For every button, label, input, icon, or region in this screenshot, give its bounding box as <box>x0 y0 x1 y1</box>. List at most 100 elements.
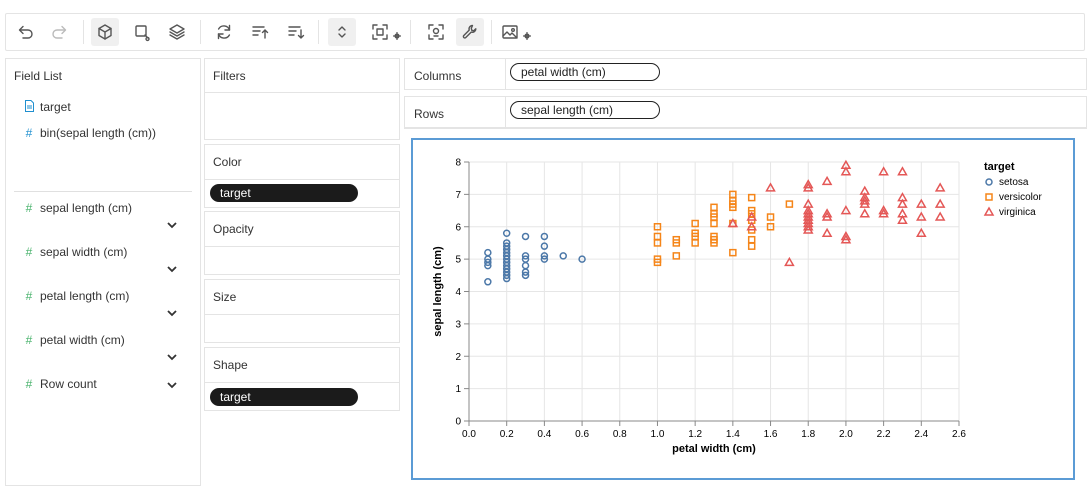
chevron-down-icon[interactable] <box>166 351 178 361</box>
chevron-down-icon[interactable] <box>166 263 178 273</box>
tooltip-config-icon[interactable] <box>422 18 450 46</box>
color-label: Color <box>213 155 242 169</box>
field-list-panel: Field List target # bin(sepal length (cm… <box>5 58 201 486</box>
gear-icon[interactable] <box>393 29 401 40</box>
y-tick-label: 6 <box>455 222 461 233</box>
y-tick-label: 3 <box>455 319 461 330</box>
field-item-row-count[interactable]: # Row count <box>22 374 97 394</box>
data-point-setosa <box>521 232 530 241</box>
columns-shelf: Columns petal width (cm) <box>404 58 1087 90</box>
toolbar-separator <box>491 20 492 44</box>
field-item-label: target <box>40 100 71 114</box>
sort-descending-icon[interactable] <box>282 18 310 46</box>
gear-icon[interactable] <box>523 29 531 40</box>
legend-symbol-setosa <box>985 178 993 186</box>
x-tick-label: 2.2 <box>877 429 891 440</box>
field-item-sepal-length[interactable]: # sepal length (cm) <box>22 198 132 218</box>
data-point-setosa <box>484 278 492 286</box>
x-tick-label: 1.2 <box>688 429 702 440</box>
filters-label: Filters <box>213 69 246 83</box>
undo-icon[interactable] <box>11 18 39 46</box>
expand-collapse-icon[interactable] <box>328 18 356 46</box>
fit-screen-icon[interactable] <box>366 18 394 46</box>
wrench-icon[interactable] <box>456 18 484 46</box>
x-tick-label: 0.0 <box>462 429 476 440</box>
chevron-down-icon[interactable] <box>166 307 178 317</box>
image-export-icon[interactable] <box>496 18 524 46</box>
refresh-icon[interactable] <box>210 18 238 46</box>
field-item-sepal-width[interactable]: # sepal width (cm) <box>22 242 128 262</box>
size-drop-zone[interactable] <box>205 315 399 342</box>
size-section: Size <box>204 279 400 343</box>
y-tick-label: 4 <box>455 287 461 298</box>
data-point-versicolor <box>747 242 756 250</box>
data-point-versicolor <box>747 193 756 202</box>
field-item-target[interactable]: target <box>22 97 71 117</box>
rows-label: Rows <box>414 107 445 121</box>
y-tick-label: 8 <box>455 158 461 169</box>
x-tick-label: 2.0 <box>839 429 853 440</box>
data-point-setosa <box>484 248 492 257</box>
x-tick-label: 2.6 <box>952 429 966 440</box>
size-label: Size <box>213 290 237 304</box>
legend-label-virginica: virginica <box>999 207 1036 218</box>
y-tick-label: 0 <box>455 417 461 428</box>
opacity-section: Opacity <box>204 211 400 275</box>
x-tick-label: 0.4 <box>537 429 551 440</box>
data-point-setosa <box>521 261 530 270</box>
opacity-drop-zone[interactable] <box>205 247 399 274</box>
toolbar-separator <box>410 20 411 44</box>
cube-icon[interactable] <box>91 18 119 46</box>
data-point-virginica <box>934 211 946 221</box>
text-doc-icon <box>22 99 36 115</box>
field-list-divider <box>14 191 192 192</box>
toolbar-separator <box>200 20 201 44</box>
toolbar <box>5 13 1085 51</box>
x-tick-label: 1.6 <box>764 429 778 440</box>
columns-label: Columns <box>414 69 462 83</box>
x-tick-label: 0.2 <box>500 429 514 440</box>
field-item-bin-sepal-length[interactable]: # bin(sepal length (cm)) <box>22 123 156 143</box>
scatter-chart[interactable]: 0.0 0.2 0.4 0.6 0.8 1.0 1.2 1.4 1.6 1.8 2.0 2.2 2.4 2… <box>413 140 1073 478</box>
hash-icon: # <box>25 377 33 391</box>
hash-icon: # <box>25 289 33 303</box>
data-point-virginica <box>821 175 833 186</box>
x-tick-label: 2.4 <box>914 429 928 440</box>
hash-icon: # <box>25 126 33 140</box>
data-point-virginica <box>897 166 908 176</box>
toolbar-separator <box>318 20 319 44</box>
shape-field-pill[interactable]: target <box>210 388 358 406</box>
x-tick-label: 1.0 <box>651 429 665 440</box>
filters-section: Filters <box>204 58 400 140</box>
legend-title: target <box>984 161 1015 173</box>
data-point-virginica <box>821 227 833 237</box>
legend-symbol-virginica <box>983 206 995 216</box>
field-item-petal-length[interactable]: # petal length (cm) <box>22 286 130 306</box>
chevron-down-icon[interactable] <box>166 379 178 389</box>
y-tick-label: 1 <box>455 384 461 395</box>
filters-drop-zone[interactable] <box>205 93 399 139</box>
legend-label-setosa: setosa <box>999 177 1029 188</box>
rows-shelf: Rows sepal length (cm) <box>404 96 1087 128</box>
field-item-label: petal length (cm) <box>40 289 130 303</box>
layers-icon[interactable] <box>163 18 191 46</box>
chart-canvas[interactable]: 0.0 0.2 0.4 0.6 0.8 1.0 1.2 1.4 1.6 1.8 2.0 2.2 2.4 2… <box>411 138 1075 480</box>
data-point-virginica <box>934 182 946 192</box>
x-tick-label: 0.8 <box>613 429 627 440</box>
field-item-petal-width[interactable]: # petal width (cm) <box>22 330 125 350</box>
y-tick-label: 5 <box>455 255 461 266</box>
data-point-versicolor <box>672 252 681 260</box>
rows-field-pill[interactable]: sepal length (cm) <box>510 101 660 119</box>
data-point-versicolor <box>710 219 718 228</box>
data-point-versicolor <box>710 203 718 212</box>
columns-field-pill[interactable]: petal width (cm) <box>510 63 660 81</box>
redo-icon[interactable] <box>46 18 74 46</box>
color-field-pill[interactable]: target <box>210 184 358 202</box>
field-item-label: sepal width (cm) <box>40 245 128 259</box>
data-point-setosa <box>559 252 567 260</box>
brush-icon[interactable] <box>128 18 156 46</box>
opacity-label: Opacity <box>213 222 254 236</box>
x-axis-title: petal width (cm) <box>672 443 756 455</box>
sort-ascending-icon[interactable] <box>246 18 274 46</box>
chevron-down-icon[interactable] <box>166 219 178 229</box>
